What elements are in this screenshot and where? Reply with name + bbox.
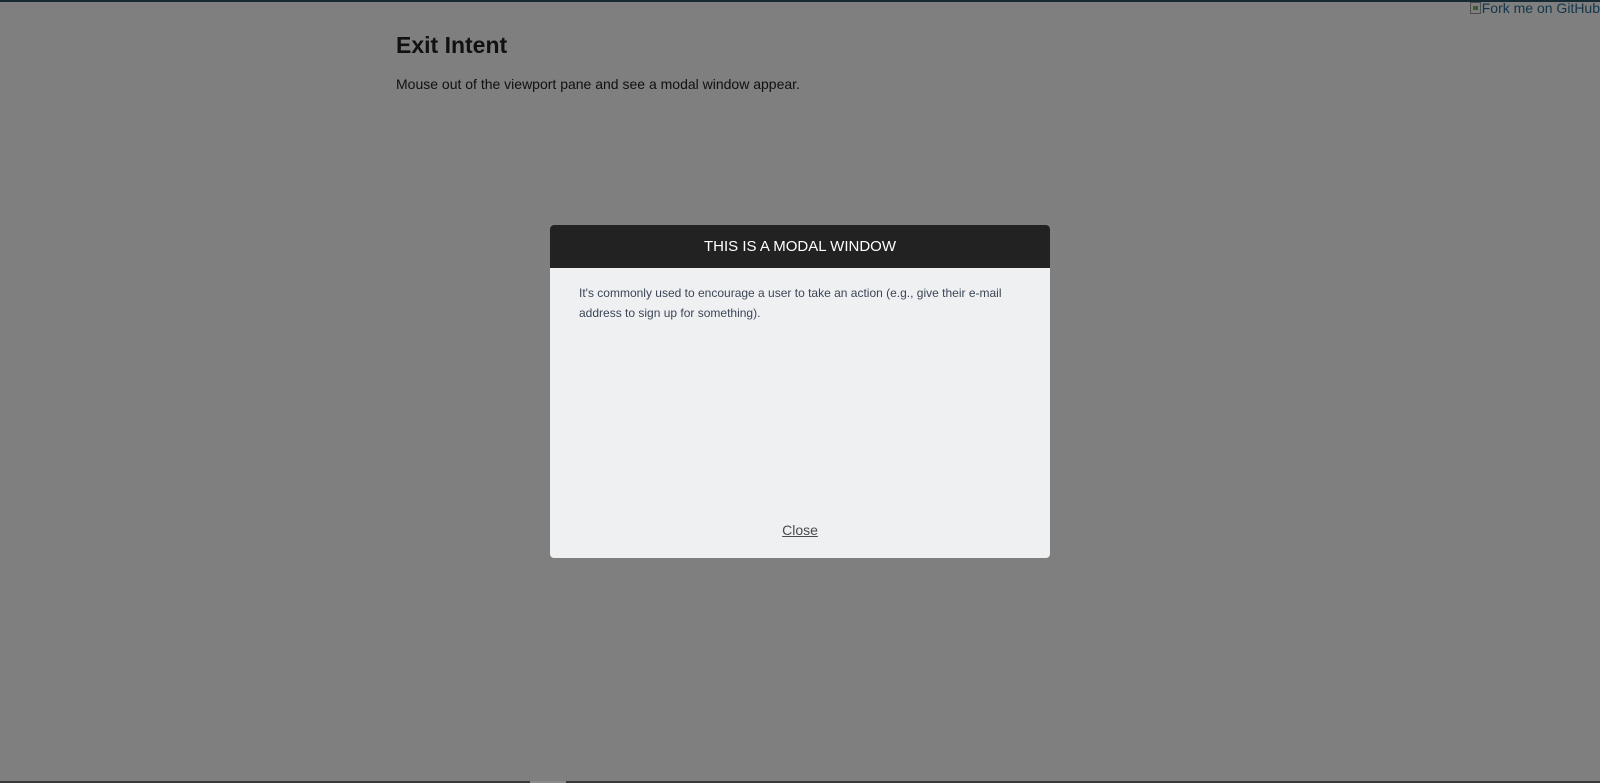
modal-footer: Close	[550, 522, 1050, 540]
modal-window: THIS IS A MODAL WINDOW It's commonly use…	[550, 225, 1050, 558]
modal-title: THIS IS A MODAL WINDOW	[550, 225, 1050, 268]
close-link[interactable]: Close	[782, 522, 818, 538]
modal-body-text: It's commonly used to encourage a user t…	[579, 286, 1002, 320]
